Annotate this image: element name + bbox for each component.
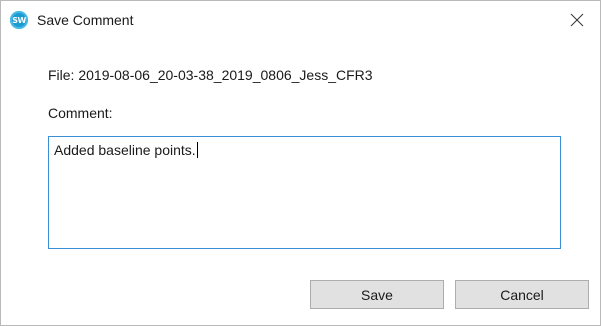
app-icon-text: SW [12,15,26,25]
dialog-content: File: 2019-08-06_20-03-38_2019_0806_Jess… [1,39,600,325]
file-label: File: 2019-08-06_20-03-38_2019_0806_Jess… [48,67,373,83]
window-title: Save Comment [37,12,134,28]
save-comment-dialog: SW Save Comment File: 2019-08-06_20-03-3… [0,0,601,326]
comment-label: Comment: [48,105,113,121]
title-bar: SW Save Comment [1,1,600,39]
save-button[interactable]: Save [310,280,444,309]
comment-textarea[interactable]: Added baseline points. [48,136,561,249]
close-icon [570,13,584,27]
text-caret [196,142,198,158]
app-logo-icon: SW [10,11,28,29]
cancel-button[interactable]: Cancel [455,280,589,309]
comment-text: Added baseline points. [54,142,196,158]
close-button[interactable] [554,1,600,39]
